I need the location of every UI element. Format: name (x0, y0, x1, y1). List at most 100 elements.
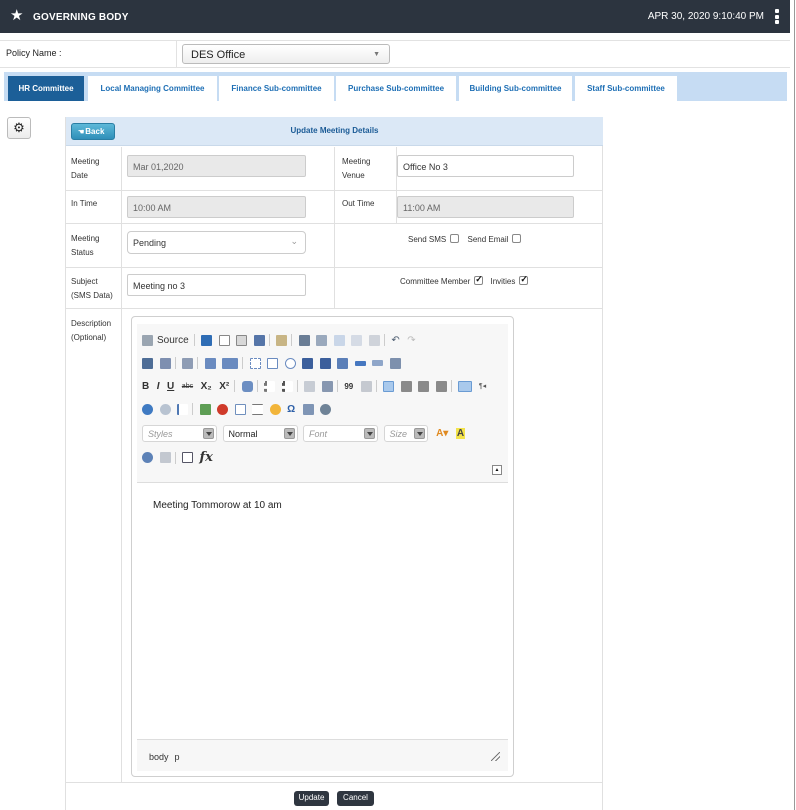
align-justify-icon[interactable] (435, 380, 447, 392)
committee-member-checkbox[interactable] (474, 274, 484, 285)
horizontal-rule-icon[interactable] (252, 403, 264, 415)
replace-icon[interactable] (159, 357, 171, 369)
tab-local-managing-committee[interactable]: Local Managing Committee (88, 76, 217, 101)
superscript-button[interactable]: X² (219, 381, 229, 392)
subscript-button[interactable]: X₂ (201, 381, 212, 392)
blockquote-icon[interactable]: 99 (344, 382, 353, 391)
outdent-icon[interactable] (304, 380, 316, 392)
find-icon[interactable] (142, 357, 153, 369)
align-left-icon[interactable] (383, 380, 395, 392)
numbered-list-icon[interactable] (264, 380, 276, 392)
tab-staff-sub-committee[interactable]: Staff Sub-committee (575, 76, 677, 101)
text-direction-ltr-icon[interactable] (458, 380, 473, 392)
tab-building-sub-committee[interactable]: Building Sub-committee (459, 76, 572, 101)
source-icon[interactable] (142, 334, 153, 346)
print-icon[interactable] (253, 334, 265, 346)
remove-format-icon[interactable] (241, 380, 253, 392)
form-header: ☚Back Update Meeting Details (66, 117, 603, 146)
spellcheck-icon[interactable] (204, 357, 216, 369)
styles-combo[interactable]: Styles (142, 425, 217, 442)
path-item-p[interactable]: p (175, 752, 180, 762)
redo-icon[interactable]: ↷ (407, 335, 415, 346)
path-item-body[interactable]: body (149, 752, 169, 762)
hidden-field-icon[interactable] (389, 357, 401, 369)
underline-button[interactable]: U (167, 381, 174, 392)
italic-button[interactable]: I (157, 381, 160, 392)
div-container-icon[interactable] (360, 380, 372, 392)
indent-icon[interactable] (321, 380, 333, 392)
send-sms-checkbox[interactable] (450, 234, 460, 243)
cut-icon[interactable] (298, 334, 310, 346)
select-all-icon[interactable] (182, 357, 194, 369)
spellcheck-as-you-type-icon[interactable] (222, 357, 239, 369)
chevron-down-icon: ⌄ (290, 236, 298, 246)
bold-button[interactable]: B (142, 381, 149, 392)
meeting-venue-field[interactable]: Office No 3 (397, 155, 574, 177)
font-combo[interactable]: Font (303, 425, 379, 442)
background-color-icon[interactable]: A (455, 428, 466, 439)
math-formula-button[interactable]: fx (200, 450, 213, 465)
save-icon[interactable] (201, 334, 213, 346)
source-button[interactable]: Source (157, 335, 189, 346)
notify-options: Send SMS Send Email (408, 234, 522, 244)
committee-member-label: Committee Member (400, 277, 471, 286)
subject-field[interactable]: Meeting no 3 (127, 274, 306, 296)
about-icon[interactable] (182, 452, 194, 463)
editor-content-area[interactable]: Meeting Tommorow at 10 am (137, 482, 508, 739)
bulleted-list-icon[interactable] (281, 380, 293, 392)
tab-hr-committee[interactable]: HR Committee (8, 76, 84, 101)
text-color-icon[interactable]: A▾ (436, 428, 448, 439)
preview-icon[interactable] (236, 334, 248, 346)
unlink-icon[interactable] (159, 403, 171, 415)
format-combo[interactable]: Normal (222, 425, 298, 442)
in-time-field[interactable]: 10:00 AM (127, 196, 306, 218)
settings-button[interactable]: ⚙ (7, 117, 31, 139)
size-combo[interactable]: Size (383, 425, 428, 442)
tab-finance-sub-committee[interactable]: Finance Sub-committee (219, 76, 334, 101)
chevron-down-icon (203, 428, 214, 439)
align-center-icon[interactable] (400, 380, 412, 392)
strikethrough-button[interactable]: abc (182, 383, 193, 390)
maximize-icon[interactable] (142, 452, 153, 463)
special-char-icon[interactable]: Ω (287, 404, 295, 415)
tab-purchase-sub-committee[interactable]: Purchase Sub-committee (336, 76, 456, 101)
text-direction-rtl-icon[interactable]: ¶◂ (479, 382, 486, 390)
image-icon[interactable] (199, 403, 211, 415)
more-menu-icon[interactable] (775, 9, 779, 24)
table-icon[interactable] (234, 403, 246, 415)
collapse-toolbar-button[interactable]: ▲ (492, 465, 502, 475)
align-right-icon[interactable] (418, 380, 430, 392)
checkbox-icon[interactable] (267, 357, 279, 369)
invities-checkbox[interactable] (519, 274, 529, 285)
text-field-icon[interactable] (302, 357, 314, 369)
size-placeholder: Size (389, 429, 408, 439)
policy-name-select[interactable]: DES Office ▼ (182, 44, 390, 64)
new-page-icon[interactable] (218, 334, 230, 346)
meeting-date-field[interactable]: Mar 01,2020 (127, 155, 306, 177)
page-break-icon[interactable] (302, 403, 314, 415)
radio-icon[interactable] (284, 357, 296, 369)
iframe-icon[interactable] (320, 403, 332, 415)
templates-icon[interactable] (276, 334, 288, 346)
anchor-icon[interactable] (177, 403, 189, 415)
meeting-status-select[interactable]: Pending ⌄ (127, 231, 306, 254)
button-icon[interactable] (354, 360, 366, 366)
copy-icon[interactable] (316, 334, 328, 346)
show-blocks-icon[interactable] (159, 452, 171, 463)
out-time-field[interactable]: 11:00 AM (397, 196, 574, 218)
update-button[interactable]: Update (294, 791, 329, 806)
send-email-checkbox[interactable] (512, 234, 522, 243)
cancel-button[interactable]: Cancel (337, 791, 374, 806)
paste-icon[interactable] (333, 334, 345, 346)
form-icon[interactable] (249, 357, 261, 369)
flash-icon[interactable] (217, 403, 229, 415)
smiley-icon[interactable] (269, 403, 281, 415)
link-icon[interactable] (142, 403, 153, 415)
resize-handle-icon[interactable] (491, 752, 500, 761)
textarea-icon[interactable] (319, 357, 331, 369)
paste-word-icon[interactable] (368, 334, 380, 346)
image-button-icon[interactable] (372, 360, 384, 366)
paste-text-icon[interactable] (351, 334, 363, 346)
select-field-icon[interactable] (337, 357, 349, 369)
undo-icon[interactable]: ↶ (391, 335, 399, 346)
